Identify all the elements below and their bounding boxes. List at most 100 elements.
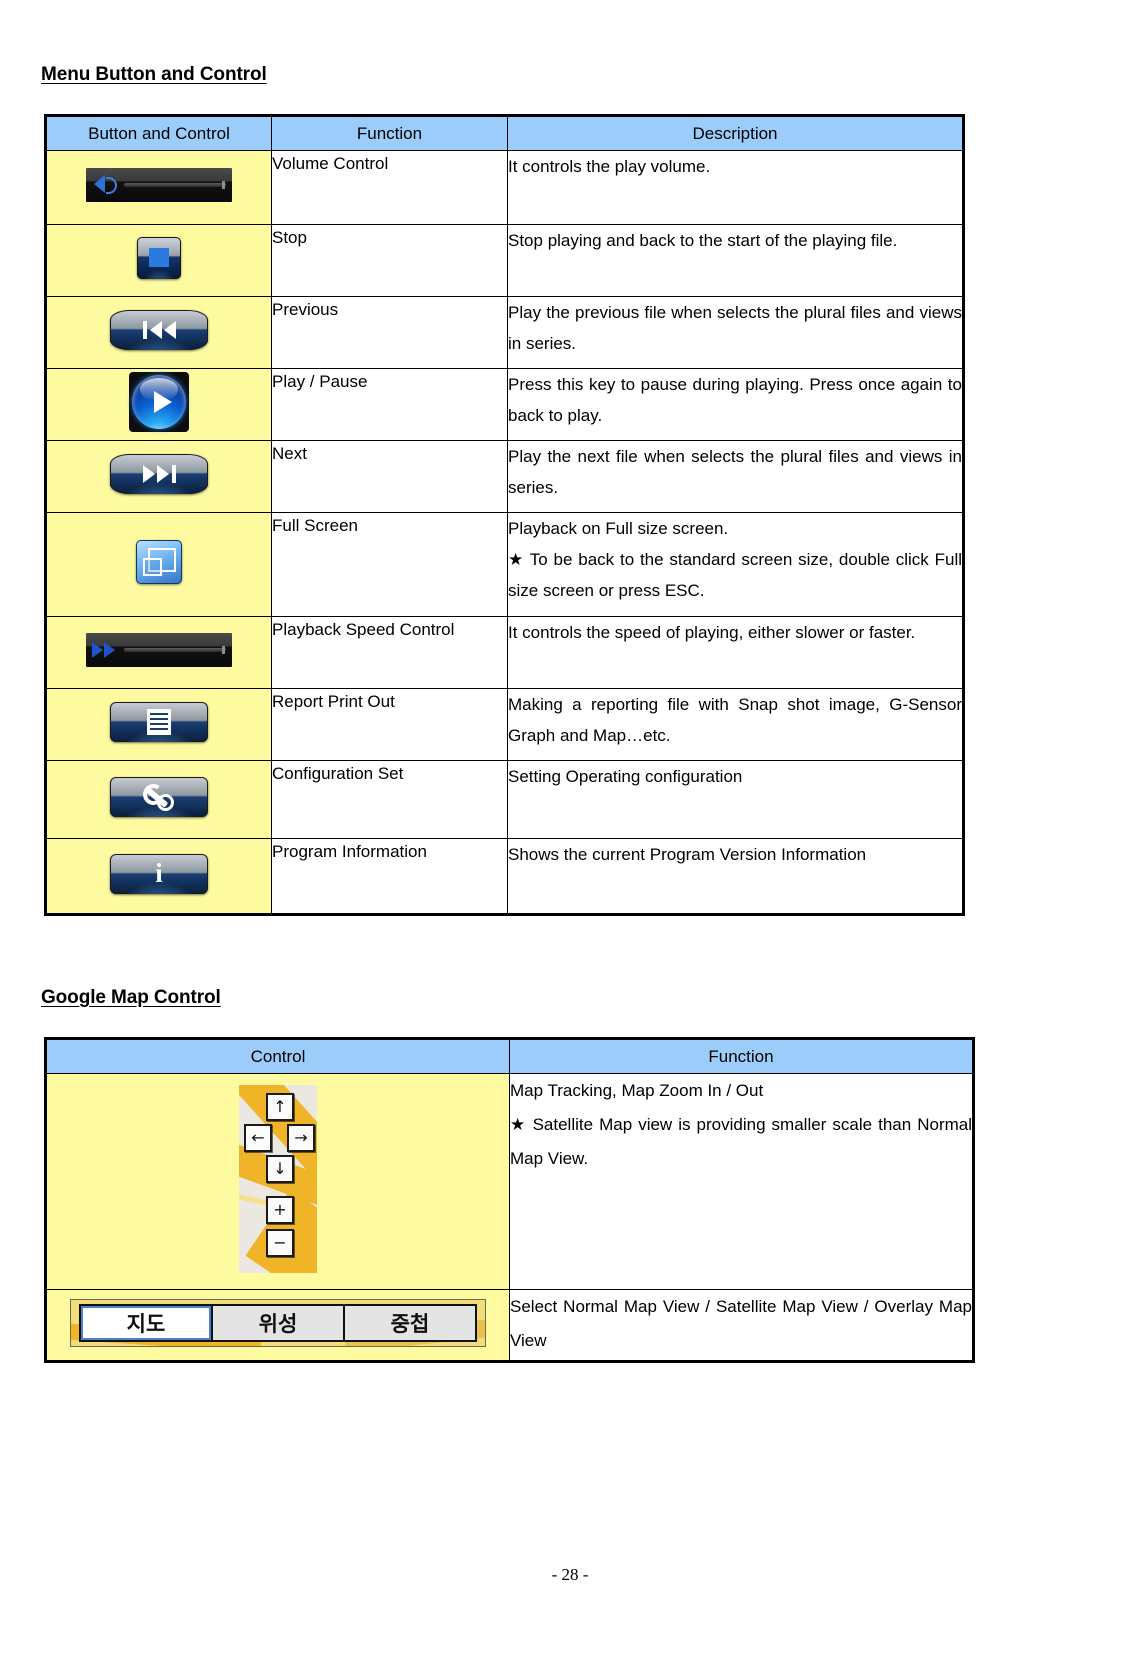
column-header-button-and-control: Button and Control [45, 115, 272, 151]
table-header-row: Control Function [45, 1038, 974, 1074]
play-pause-button-icon-cell [45, 368, 272, 441]
google-map-control-table: Control Function ↑ ← → ↓ + − Map Trackin… [44, 1037, 975, 1363]
forward-triangle-icon [142, 465, 155, 483]
map-pan-up-button[interactable]: ↑ [266, 1093, 294, 1121]
button-glow [138, 269, 180, 279]
rewind-triangle-icon [163, 321, 176, 339]
description-text: Shows the current Program Version Inform… [507, 838, 964, 915]
description-line: Setting Operating configuration [508, 767, 743, 786]
wrench-icon [141, 782, 176, 811]
menu-button-control-table: Button and Control Function Description … [44, 114, 965, 916]
description-line: It controls the speed of playing, either… [508, 623, 916, 642]
function-text: Select Normal Map View / Satellite Map V… [509, 1289, 974, 1362]
map-type-buttons-cell: 지도 위성 중첩 [45, 1289, 510, 1362]
function-text: Playback Speed Control [271, 616, 508, 689]
next-glyph [110, 454, 208, 494]
program-information-button-icon: i [110, 853, 208, 894]
map-type-satellite-button[interactable]: 위성 [213, 1305, 345, 1340]
map-pan-left-button[interactable]: ← [244, 1124, 272, 1152]
full-screen-button-icon [136, 540, 182, 584]
document-page: Menu Button and Control Button and Contr… [0, 0, 1140, 1654]
stop-square-icon [149, 248, 169, 267]
function-text: Stop [271, 224, 508, 297]
report-glyph [110, 702, 208, 742]
stop-button-icon [137, 237, 181, 279]
description-line: It controls the play volume. [508, 157, 711, 176]
previous-button-icon-cell [45, 296, 272, 369]
forward-triangle-icon [156, 465, 169, 483]
map-type-overlay-button[interactable]: 중첩 [345, 1305, 475, 1340]
previous-button-icon [110, 310, 208, 350]
map-type-button-group: 지도 위성 중첩 [79, 1303, 477, 1342]
rewind-triangle-icon [149, 321, 162, 339]
configuration-button-icon-cell [45, 760, 272, 839]
table-header-row: Button and Control Function Description [45, 115, 964, 151]
volume-slider-icon-cell [45, 150, 272, 225]
bar-icon [171, 465, 176, 483]
next-button-icon [110, 454, 208, 494]
description-text: Stop playing and back to the start of th… [507, 224, 964, 297]
description-line: Playback on Full size screen. [508, 519, 729, 538]
function-text: Configuration Set [271, 760, 508, 839]
column-header-description: Description [507, 115, 964, 151]
table-row: Previous Play the previous file when sel… [45, 296, 964, 369]
map-zoom-out-button[interactable]: − [266, 1229, 294, 1257]
play-triangle-icon [154, 391, 172, 413]
program-information-button-icon-cell: i [45, 838, 272, 915]
function-text: Previous [271, 296, 508, 369]
description-line: Stop playing and back to the start of th… [508, 231, 898, 250]
table-row: Playback Speed Control It controls the s… [45, 616, 964, 689]
next-button-icon-cell [45, 440, 272, 513]
description-text: Play the next file when selects the plur… [507, 440, 964, 513]
function-line: Select Normal Map View / Satellite Map V… [510, 1297, 972, 1350]
report-print-button-icon-cell [45, 688, 272, 761]
description-line: Play the next file when selects the plur… [508, 447, 962, 497]
map-pan-down-button[interactable]: ↓ [266, 1155, 294, 1183]
description-text: It controls the speed of playing, either… [507, 616, 964, 689]
document-lines-icon [147, 709, 171, 735]
table-row: Full Screen Playback on Full size screen… [45, 512, 964, 617]
function-note: ★ Satellite Map view is providing smalle… [510, 1115, 972, 1168]
playback-speed-slider-icon [86, 633, 232, 667]
table-row: Volume Control It controls the play volu… [45, 150, 964, 225]
function-text: Play / Pause [271, 368, 508, 441]
inner-frame-icon [143, 558, 162, 576]
description-text: Playback on Full size screen. ★ To be ba… [507, 512, 964, 617]
map-type-buttons-icon: 지도 위성 중첩 [70, 1298, 486, 1347]
configuration-glyph [110, 777, 208, 817]
map-pan-right-button[interactable]: → [287, 1124, 315, 1152]
column-header-function: Function [509, 1038, 974, 1074]
description-text: It controls the play volume. [507, 150, 964, 225]
table-row: Report Print Out Making a reporting file… [45, 688, 964, 761]
previous-glyph [110, 310, 208, 350]
bar-icon [142, 321, 147, 339]
description-line: Shows the current Program Version Inform… [508, 845, 867, 864]
info-letter-icon: i [155, 858, 163, 888]
function-text: Volume Control [271, 150, 508, 225]
slider-track [124, 646, 226, 654]
speaker-wave-icon [106, 177, 117, 194]
column-header-control: Control [45, 1038, 510, 1074]
function-text: Map Tracking, Map Zoom In / Out ★ Satell… [509, 1073, 974, 1290]
description-line: Making a reporting file with Snap shot i… [508, 695, 962, 745]
information-glyph: i [110, 854, 208, 894]
table-row: Play / Pause Press this key to pause dur… [45, 368, 964, 441]
description-line: Press this key to pause during playing. … [508, 375, 962, 425]
map-type-normal-button[interactable]: 지도 [81, 1305, 213, 1340]
map-pan-zoom-control-icon: ↑ ← → ↓ + − [239, 1085, 317, 1273]
configuration-button-icon [110, 777, 208, 817]
table-row: Stop Stop playing and back to the start … [45, 224, 964, 297]
description-text: Setting Operating configuration [507, 760, 964, 839]
function-line: Map Tracking, Map Zoom In / Out [510, 1081, 764, 1100]
volume-slider-icon [86, 168, 232, 202]
function-text: Next [271, 440, 508, 513]
table-row: ↑ ← → ↓ + − Map Tracking, Map Zoom In / … [45, 1073, 974, 1290]
map-section-heading: Google Map Control [41, 987, 221, 1008]
page-number: - 28 - [551, 1565, 589, 1584]
function-text: Program Information [271, 838, 508, 915]
stop-button-icon-cell [45, 224, 272, 297]
slider-track [124, 181, 226, 189]
fast-forward-icon [92, 642, 115, 658]
map-zoom-in-button[interactable]: + [266, 1196, 294, 1224]
description-text: Play the previous file when selects the … [507, 296, 964, 369]
